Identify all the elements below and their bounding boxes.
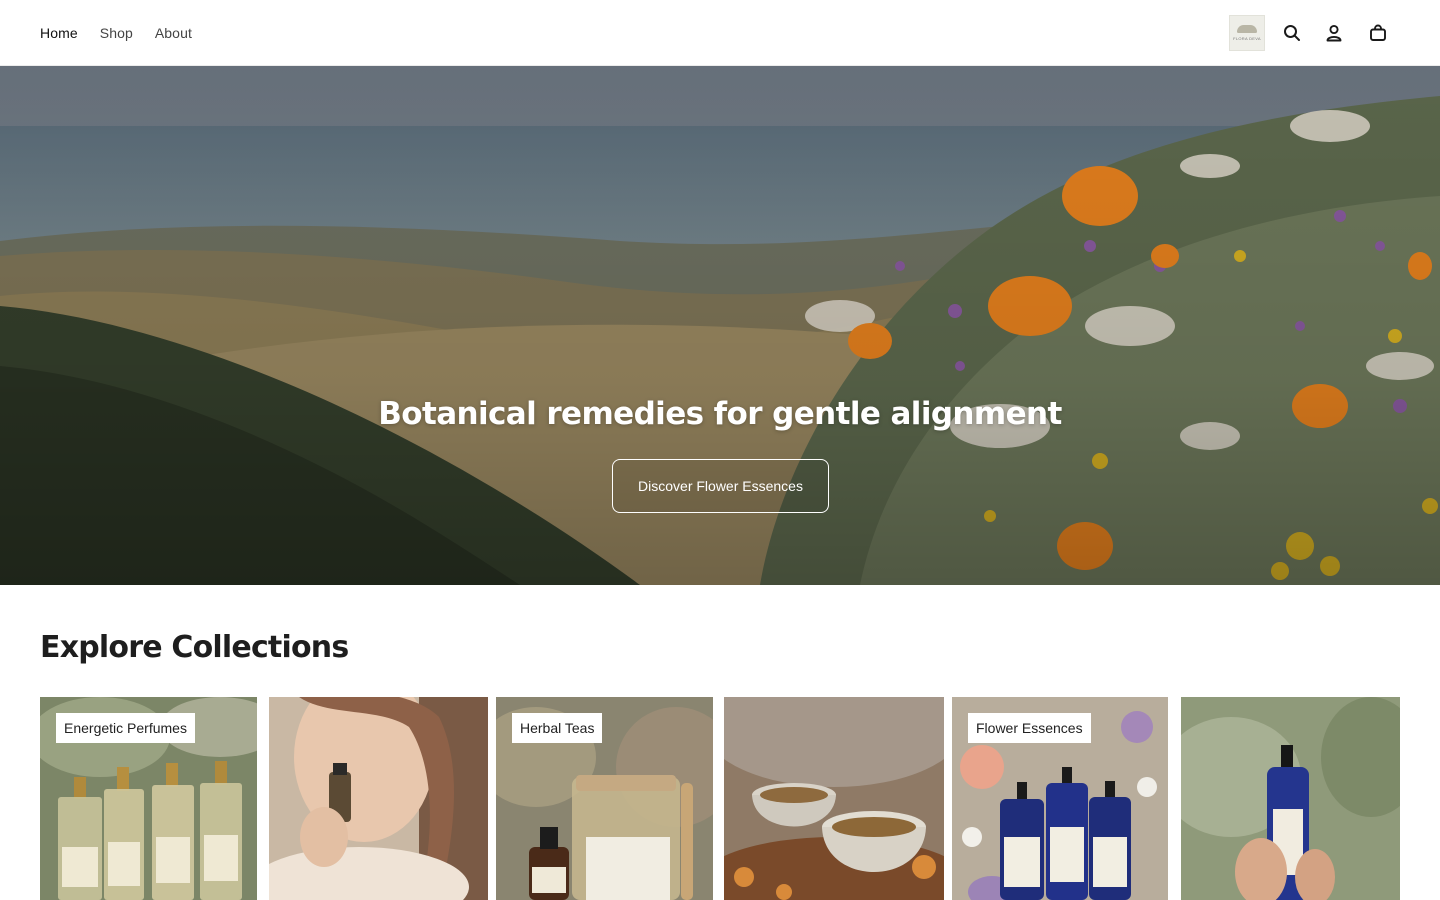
- collection-card-herbal-teas[interactable]: Herbal Teas: [496, 697, 713, 900]
- search-icon[interactable]: [1281, 22, 1303, 44]
- collection-card-hand-bottle[interactable]: [1181, 697, 1400, 900]
- discover-flower-essences-button[interactable]: Discover Flower Essences: [612, 459, 829, 513]
- woman-smelling-essence-image: [269, 697, 488, 900]
- nav-shop-link[interactable]: Shop: [100, 25, 133, 41]
- main-nav: Home Shop About: [40, 0, 192, 66]
- collection-label: Flower Essences: [968, 713, 1091, 743]
- cart-icon[interactable]: [1367, 22, 1389, 44]
- logo-mark-icon: [1237, 25, 1257, 33]
- hero-title: Botanical remedies for gentle alignment: [378, 396, 1062, 432]
- collection-card-lifestyle-portrait[interactable]: [269, 697, 488, 900]
- site-header: Home Shop About FLORA DEVA: [0, 0, 1440, 66]
- hand-holding-bottle-image: [1181, 697, 1400, 900]
- collection-label: Energetic Perfumes: [56, 713, 195, 743]
- collection-card-energetic-perfumes[interactable]: Energetic Perfumes: [40, 697, 257, 900]
- collection-label: Herbal Teas: [512, 713, 603, 743]
- brand-logo[interactable]: FLORA DEVA: [1229, 15, 1265, 51]
- account-icon[interactable]: [1323, 22, 1345, 44]
- nav-home-link[interactable]: Home: [40, 25, 78, 41]
- collections-title: Explore Collections: [40, 630, 349, 665]
- tea-cups-image: [724, 697, 944, 900]
- collection-card-flower-essences[interactable]: Flower Essences: [952, 697, 1168, 900]
- nav-about-link[interactable]: About: [155, 25, 192, 41]
- hero-banner: Botanical remedies for gentle alignment …: [0, 66, 1440, 585]
- logo-text: FLORA DEVA: [1233, 36, 1261, 41]
- collection-card-tea-cups[interactable]: [724, 697, 944, 900]
